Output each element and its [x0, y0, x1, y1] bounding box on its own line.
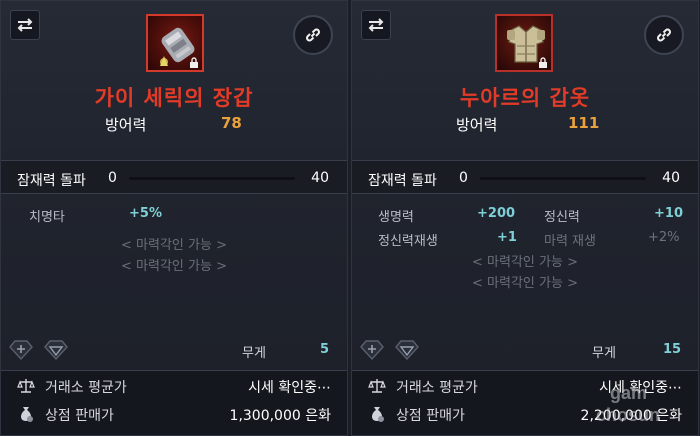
- item-tooltip-left: 가이 세릭의 장갑 방어력 78 잠재력 돌파 0 40 치명타 +5% < 마…: [0, 0, 348, 436]
- gem-slot[interactable]: [7, 339, 35, 361]
- substat-label-inactive: 마력 재생: [544, 234, 596, 249]
- weight-value: 15: [663, 342, 682, 357]
- substat-label: 치명타: [29, 210, 65, 225]
- swap-compare-button[interactable]: [361, 10, 391, 40]
- substat-value: +1: [497, 230, 517, 245]
- weight-value: 5: [320, 342, 330, 357]
- link-button[interactable]: [293, 15, 333, 55]
- lock-icon: [537, 56, 549, 68]
- market-price-label: 거래소 평균가: [45, 380, 127, 396]
- substat-label: 정신력재생: [378, 234, 438, 249]
- breakthrough-max: 40: [662, 170, 680, 186]
- item-name: 가이 세릭의 장갑: [94, 86, 254, 110]
- chain-link-icon: [306, 28, 320, 42]
- engrave-slot: < 마력각인 가능 >: [472, 255, 578, 270]
- main-stat-value: 111: [568, 114, 600, 132]
- engrave-slot: < 마력각인 가능 >: [121, 238, 227, 253]
- market-price-row: 거래소 평균가 시세 확인중⋯: [352, 374, 698, 398]
- engrave-slot: < 마력각인 가능 >: [121, 259, 227, 274]
- breakthrough-min: 0: [459, 170, 468, 186]
- item-tooltip-right: 누아르의 갑옷 방어력 111 잠재력 돌파 0 40 생명력 +200 정신력…: [351, 0, 699, 436]
- price-footer: 거래소 평균가 시세 확인중⋯ 상점 판매가 1,300,000 은화: [1, 370, 347, 435]
- substat-value-inactive: +2%: [648, 230, 680, 245]
- item-icon-armor: [495, 14, 553, 72]
- gem-slot[interactable]: [358, 339, 386, 361]
- main-stat-label: 방어력: [105, 116, 147, 134]
- shop-price-label: 상점 판매가: [396, 408, 465, 424]
- swap-compare-button[interactable]: [10, 10, 40, 40]
- breakthrough-min: 0: [108, 170, 117, 186]
- breakthrough-max: 40: [311, 170, 329, 186]
- shop-price-row: 상점 판매가 1,300,000 은화: [1, 402, 347, 426]
- weight-label: 무게: [242, 346, 266, 361]
- money-bag-icon: [21, 407, 33, 422]
- breakthrough-bar: [129, 177, 295, 180]
- chain-link-icon: [657, 28, 671, 42]
- market-price-row: 거래소 평균가 시세 확인중⋯: [1, 374, 347, 398]
- item-icon-gloves: [146, 14, 204, 72]
- swap-arrows-icon: [368, 18, 384, 32]
- scales-icon: [17, 379, 35, 393]
- gem-slot-icon: [360, 340, 384, 361]
- main-stat-label: 방어력: [456, 116, 498, 134]
- breakthrough-bar: [480, 177, 646, 180]
- gem-slot-icon: [395, 340, 419, 361]
- substat-value: +200: [477, 206, 516, 221]
- market-price-value: 시세 확인중⋯: [599, 380, 682, 396]
- market-price-value: 시세 확인중⋯: [248, 380, 331, 396]
- substat-label: 정신력: [544, 210, 580, 225]
- gem-slot[interactable]: [393, 339, 421, 361]
- swap-arrows-icon: [17, 18, 33, 32]
- weight-label: 무게: [592, 346, 616, 361]
- shop-price-row: 상점 판매가 2,200,000 은화: [352, 402, 698, 426]
- shop-price-value: 2,200,000 은화: [580, 408, 682, 424]
- gem-slot[interactable]: [42, 339, 70, 361]
- breakthrough-row: 잠재력 돌파 0 40: [352, 160, 698, 194]
- gem-slot-icon: [9, 340, 33, 361]
- lock-icon: [188, 56, 200, 68]
- shop-price-label: 상점 판매가: [45, 408, 114, 424]
- price-footer: 거래소 평균가 시세 확인중⋯ 상점 판매가 2,200,000 은화: [352, 370, 698, 435]
- engrave-slot: < 마력각인 가능 >: [472, 276, 578, 291]
- money-bag-icon: [372, 407, 384, 422]
- substat-value: +10: [654, 206, 683, 221]
- breakthrough-label: 잠재력 돌파: [17, 173, 86, 189]
- link-button[interactable]: [644, 15, 684, 55]
- breakthrough-label: 잠재력 돌파: [368, 173, 437, 189]
- scales-icon: [368, 379, 386, 393]
- substat-value: +5%: [129, 206, 162, 221]
- breakthrough-row: 잠재력 돌파 0 40: [1, 160, 347, 194]
- main-stat-value: 78: [221, 114, 242, 132]
- market-price-label: 거래소 평균가: [396, 380, 478, 396]
- substat-label: 생명력: [378, 210, 414, 225]
- gem-slot-icon: [44, 340, 68, 361]
- shop-price-value: 1,300,000 은화: [229, 408, 331, 424]
- item-name: 누아르의 갑옷: [459, 86, 591, 110]
